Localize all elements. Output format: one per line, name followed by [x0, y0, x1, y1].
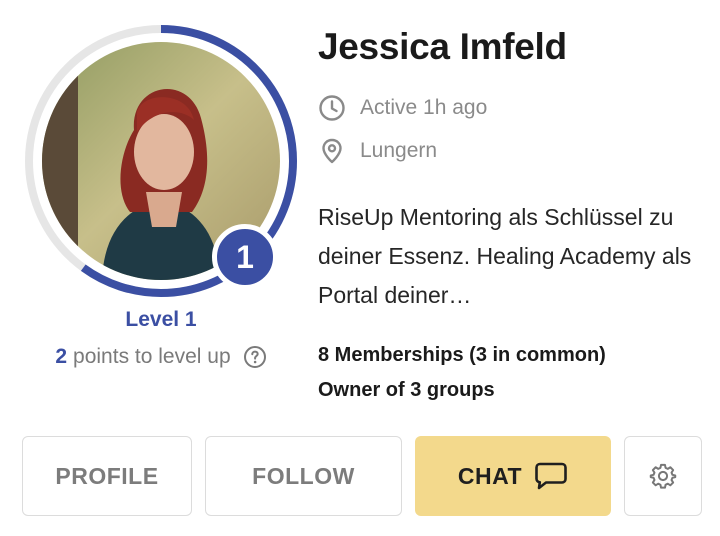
profile-button[interactable]: PROFILE — [22, 436, 192, 516]
settings-button[interactable] — [624, 436, 702, 516]
follow-button[interactable]: FOLLOW — [205, 436, 402, 516]
question-circle-icon[interactable] — [243, 345, 267, 369]
active-status-row: Active 1h ago — [318, 94, 487, 122]
level-badge: 1 — [212, 224, 278, 290]
profile-name: Jessica Imfeld — [318, 26, 567, 67]
chat-button-label: CHAT — [457, 462, 523, 489]
location-row: Lungern — [318, 137, 437, 165]
chat-button[interactable]: CHAT — [415, 436, 611, 516]
points-count: 2 — [55, 345, 68, 368]
gear-icon — [649, 462, 677, 490]
location: Lungern — [360, 139, 438, 162]
points-to-level-up: 2 points to level up — [22, 345, 300, 369]
location-pin-icon — [318, 137, 346, 165]
level-label: Level 1 — [125, 308, 197, 331]
avatar-with-level-ring[interactable]: 1 — [22, 22, 300, 300]
owned-groups-count[interactable]: Owner of 3 groups — [318, 379, 495, 402]
points-suffix: points to level up — [73, 345, 231, 368]
clock-icon — [318, 94, 346, 122]
active-status: Active 1h ago — [360, 96, 488, 119]
memberships-count[interactable]: 8 Memberships (3 in common) — [318, 344, 606, 367]
profile-bio: RiseUp Mentoring als Schlüssel zu deiner… — [318, 204, 692, 308]
chat-bubble-icon — [534, 461, 568, 491]
